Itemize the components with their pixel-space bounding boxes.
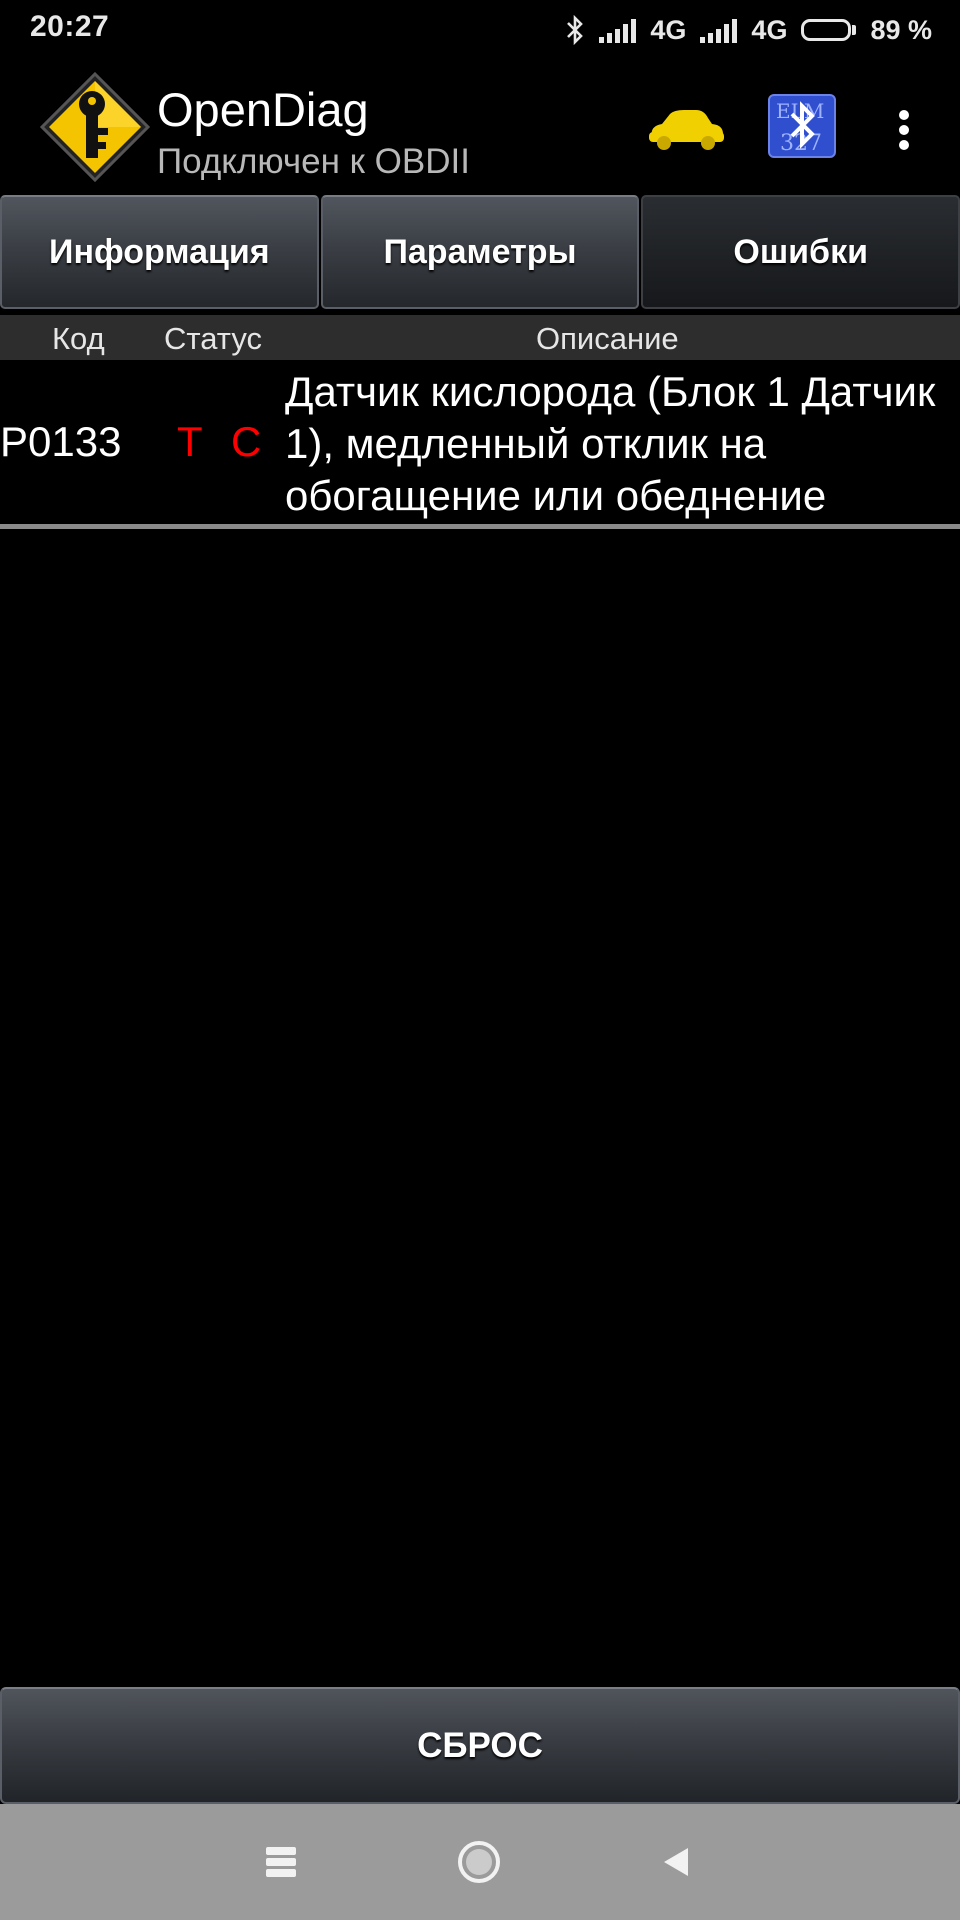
dtc-description: Датчик кислорода (Блок 1 Датчик 1), медл… — [285, 368, 936, 519]
column-header-code: Код — [52, 321, 105, 356]
status-indicators: 4G 4G 89 % — [565, 12, 932, 48]
network-type-1: 4G — [650, 14, 687, 45]
app-title: OpenDiag — [157, 83, 369, 136]
column-header-description: Описание — [536, 321, 679, 356]
tab-parameters[interactable]: Параметры — [320, 195, 640, 309]
signal-icon — [599, 17, 637, 43]
battery-percent: 89 % — [870, 14, 932, 45]
home-icon[interactable] — [458, 1841, 500, 1883]
app-logo-key-icon — [36, 68, 154, 186]
navigation-bar — [0, 1804, 960, 1920]
tab-bar: Информация Параметры Ошибки — [0, 195, 960, 313]
status-bar: 20:27 4G 4G 89 % — [0, 0, 960, 60]
signal-icon — [700, 17, 738, 43]
status-flag-c: C — [231, 418, 262, 465]
dtc-code: P0133 — [0, 418, 122, 465]
row-divider — [0, 524, 960, 529]
overflow-menu-icon[interactable] — [886, 104, 922, 156]
reset-button[interactable]: СБРОС — [0, 1687, 960, 1804]
status-flag-t: T — [177, 418, 203, 465]
column-header-status: Статус — [164, 321, 262, 356]
network-type-2: 4G — [751, 14, 788, 45]
status-time: 20:27 — [30, 10, 110, 43]
elm327-bluetooth-icon[interactable]: ELM 327 — [768, 94, 836, 158]
app-bar: OpenDiag Подключен к OBDII ELM 327 — [0, 60, 960, 195]
tab-errors[interactable]: Ошибки — [641, 195, 960, 309]
table-row[interactable]: P0133 T C Датчик кислорода (Блок 1 Датчи… — [0, 360, 960, 524]
bluetooth-icon — [565, 15, 585, 45]
battery-icon — [801, 19, 857, 41]
back-icon[interactable] — [660, 1845, 692, 1879]
recents-icon[interactable] — [266, 1847, 296, 1877]
table-header: Код Статус Описание — [0, 315, 960, 360]
car-icon[interactable] — [646, 106, 726, 154]
connection-status: Подключен к OBDII — [157, 142, 470, 181]
tab-information[interactable]: Информация — [0, 195, 319, 309]
